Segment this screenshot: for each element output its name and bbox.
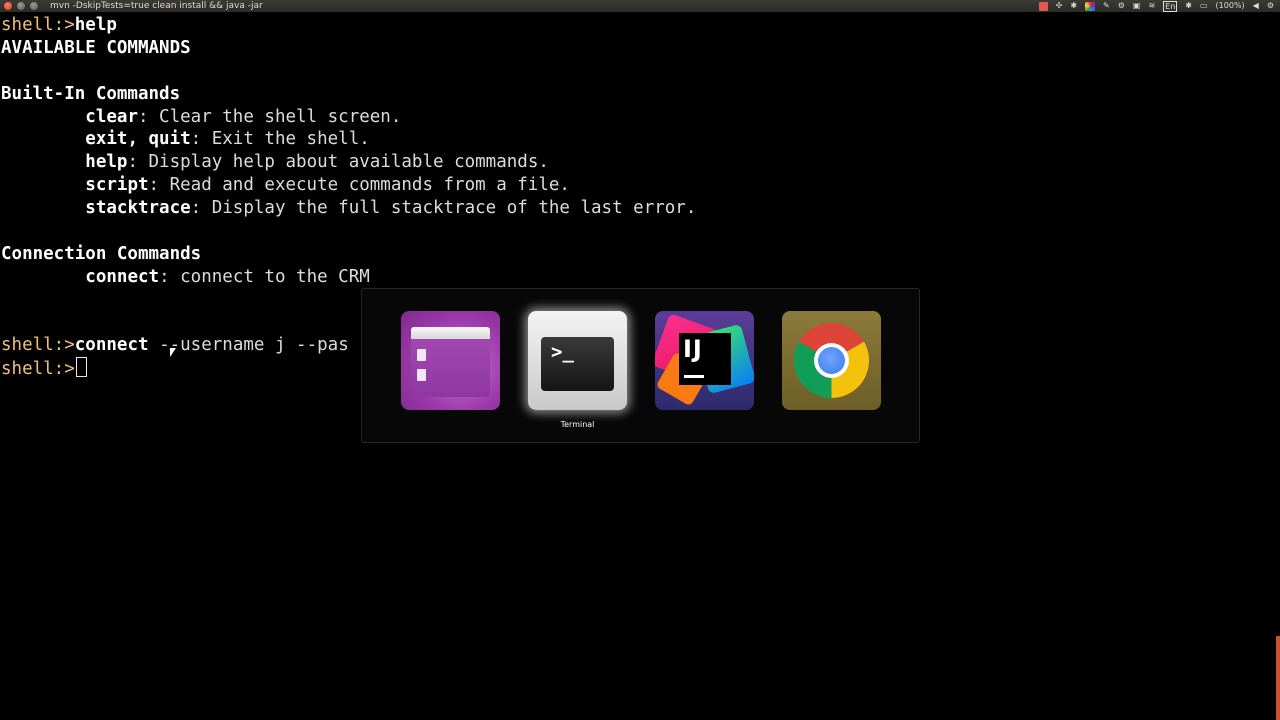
terminal-text: : Read and execute commands from a file. (148, 175, 570, 196)
pen-icon[interactable]: ✎ (1103, 0, 1110, 12)
color-app-icon[interactable] (1085, 1, 1096, 11)
terminal-text: : Display help about available commands. (127, 152, 549, 173)
intellij-underscore (684, 375, 704, 378)
terminal-bold-text: help (74, 15, 117, 35)
terminal-text: : Exit the shell. (190, 129, 370, 150)
shell-prompt: shell:> (1, 335, 75, 356)
right-edge-window-sliver (1276, 636, 1280, 720)
window-title: mvn -DskipTests=true clean install && ja… (50, 1, 263, 11)
recording-indicator-icon[interactable] (1038, 1, 1048, 11)
chrome-icon[interactable] (782, 311, 881, 410)
terminal-icon[interactable]: >_ (528, 311, 627, 410)
window-controls (4, 2, 43, 10)
settings-gear-icon[interactable]: ⚙ (1267, 0, 1274, 12)
terminal-bold-text: help (85, 152, 128, 173)
terminal-bold-text: Built-In Commands (1, 83, 181, 104)
maximize-window-button[interactable] (30, 2, 38, 10)
intellij-icon[interactable]: IJ (655, 311, 754, 410)
terminal-bold-text: AVAILABLE COMMANDS (1, 37, 191, 58)
terminal-text: s (338, 335, 349, 356)
dropbox-icon[interactable]: ✣ (1056, 0, 1063, 12)
close-window-button[interactable] (4, 2, 12, 10)
shell-prompt: shell:> (1, 15, 75, 35)
terminal-text: : connect to the CRM (159, 266, 370, 287)
terminal-line: help: Display help about available comma… (1, 151, 1271, 174)
terminal-line: AVAILABLE COMMANDS (1, 37, 1271, 60)
minimize-window-button[interactable] (17, 2, 25, 10)
terminal-line: Built-In Commands (1, 83, 1271, 106)
battery-icon[interactable]: ▭ (1200, 0, 1208, 12)
wifi-icon[interactable]: ≋ (1148, 0, 1155, 12)
bluetooth-icon[interactable]: ✱ (1070, 0, 1077, 12)
files-sidebar-item-graphic (417, 369, 426, 381)
files-sidebar-item-graphic (417, 349, 426, 361)
app-switcher-selected-label: Terminal (560, 420, 595, 429)
clipboard-icon[interactable]: ▣ (1133, 0, 1141, 12)
terminal-bold-text: script (85, 175, 149, 196)
keyboard-layout-indicator[interactable]: En (1163, 0, 1178, 12)
terminal-text: : Display the full stacktrace of the las… (190, 198, 697, 219)
terminal-bold-text: stacktrace (85, 198, 191, 219)
top-panel: mvn -DskipTests=true clean install && ja… (0, 0, 1280, 12)
battery-percentage[interactable]: (100%) (1216, 0, 1245, 12)
intellij-glyph: IJ (683, 335, 703, 363)
desktop-screen: mvn -DskipTests=true clean install && ja… (0, 0, 1280, 720)
terminal-bold-text: exit, quit (85, 129, 191, 150)
mouse-pointer-icon (170, 348, 176, 357)
terminal-prompt-glyph: >_ (551, 341, 574, 363)
terminal-line: Connection Commands (1, 243, 1271, 266)
system-tray: ✣ ✱ ✎ ⚙ ▣ ≋ En ✱ ▭ (100%) ◀ ⚙ (1038, 0, 1274, 12)
terminal-text: : Clear the shell screen. (137, 106, 402, 127)
terminal-line: exit, quit: Exit the shell. (1, 128, 1271, 151)
chrome-center-graphic (818, 347, 845, 374)
shell-prompt: shell:> (1, 359, 75, 380)
terminal-bold-text: Connection Commands (1, 243, 202, 264)
terminal-bold-text: connect (85, 266, 160, 287)
terminal-line: clear: Clear the shell screen. (1, 106, 1271, 129)
terminal-line: script: Read and execute commands from a… (1, 174, 1271, 197)
terminal-bold-text: connect (74, 335, 149, 356)
bluetooth-secondary-icon[interactable]: ✱ (1185, 0, 1192, 12)
terminal-cursor (75, 357, 87, 378)
app-switcher: >_ IJ Terminal (361, 288, 920, 443)
files-icon[interactable] (401, 311, 500, 410)
terminal-line: stacktrace: Display the full stacktrace … (1, 197, 1271, 220)
terminal-line: connect: connect to the CRM (1, 266, 1271, 289)
terminal-text: --username j --pa (148, 335, 339, 356)
files-titlebar-graphic (411, 327, 490, 339)
terminal-bold-text: clear (85, 106, 138, 127)
puzzle-icon[interactable]: ⚙ (1118, 0, 1125, 12)
volume-icon[interactable]: ◀ (1253, 0, 1259, 12)
terminal-line: shell:>help (1, 14, 1271, 37)
